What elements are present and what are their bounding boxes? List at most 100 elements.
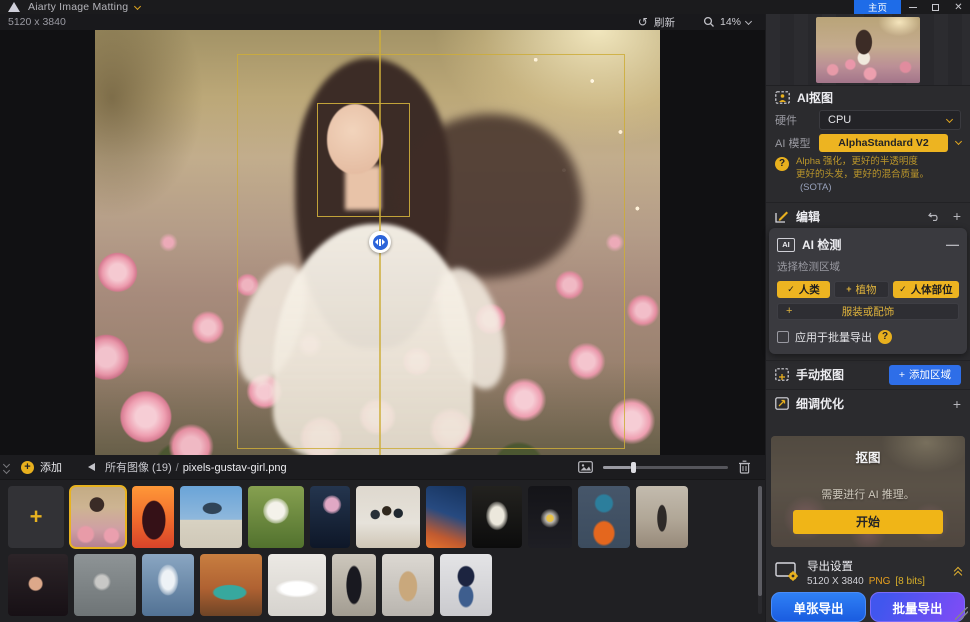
add-image-tile[interactable]: + (8, 486, 64, 548)
thumbnail-neon-woman[interactable] (426, 486, 466, 548)
manual-matting-row: 手动抠图 +添加区域 (766, 363, 970, 387)
person-detection-box[interactable] (237, 54, 625, 449)
collapse-panel-icon[interactable]: — (946, 240, 959, 250)
thumbnail-row-1: + (8, 486, 757, 548)
matting-action-card: 抠图 需要进行 AI 推理。 开始 (771, 436, 965, 547)
edit-icon (775, 210, 789, 223)
ai-matting-icon (775, 91, 790, 104)
minimize-button[interactable] (901, 0, 924, 14)
detect-human-button[interactable]: ✓人类 (777, 281, 830, 298)
zoom-value: 14% (720, 16, 741, 28)
slider-thumb[interactable] (631, 462, 636, 473)
breadcrumb-all-images[interactable]: 所有图像 (19) (105, 462, 172, 474)
thumbnail-white-dove[interactable] (472, 486, 522, 548)
plus-icon: + (786, 305, 792, 317)
start-button[interactable]: 开始 (793, 510, 943, 534)
thumbnail-beige-sweater[interactable] (382, 554, 434, 616)
filmstrip-header: + 添加 所有图像 (19)/pixels-gustav-girl.png (0, 455, 765, 480)
check-icon: ✓ (787, 284, 795, 295)
detect-subtitle: 选择检测区域 (777, 259, 959, 274)
ai-matting-title: AI抠图 (797, 89, 833, 106)
model-label: AI 模型 (775, 135, 819, 151)
refresh-icon[interactable]: ↺ (638, 17, 648, 27)
hardware-select[interactable]: CPU (819, 110, 961, 130)
delete-image-icon[interactable] (738, 460, 751, 474)
thumbnail-teal-car[interactable] (200, 554, 262, 616)
thumbnail-navy-jeans[interactable] (440, 554, 492, 616)
thumbnail-blue-hair-woman[interactable] (578, 486, 630, 548)
thumbnail-smiling-woman[interactable] (8, 554, 68, 616)
image-dimensions: 5120 x 3840 (8, 16, 66, 28)
detect-clothing-button[interactable]: + 服装或配饰 (777, 303, 959, 320)
minimize-icon (909, 7, 917, 8)
refresh-label[interactable]: 刷新 (654, 15, 675, 30)
thumbnail-jellyfish[interactable] (310, 486, 350, 548)
maximize-button[interactable] (924, 0, 947, 14)
hardware-label: 硬件 (775, 112, 819, 128)
thumbnail-size-slider[interactable] (603, 466, 728, 469)
manual-matting-title: 手动抠图 (796, 366, 844, 383)
thumbnail-dandelion[interactable] (248, 486, 304, 548)
close-button[interactable]: ✕ (947, 0, 970, 14)
app-menu-chevron-icon[interactable] (134, 2, 141, 9)
edit-title: 编辑 (796, 208, 820, 225)
add-edit-icon[interactable]: + (953, 208, 961, 224)
manual-matting-icon (775, 368, 789, 381)
hardware-chevron-icon (946, 116, 953, 123)
image-preview-thumbnail[interactable] (816, 17, 920, 83)
refine-icon (775, 397, 789, 410)
magnifier-icon (703, 16, 715, 28)
section-edit: 编辑 + (766, 205, 970, 228)
breadcrumb-separator: / (176, 462, 179, 474)
sota-tag: (SOTA) (800, 182, 832, 193)
thumbnail-orange-silhouette[interactable] (132, 486, 174, 548)
window-resize-grip[interactable] (955, 607, 968, 620)
thumbnail-jumping-group[interactable] (356, 486, 420, 548)
export-batch-button[interactable]: 批量导出 (870, 592, 965, 622)
expand-export-icon[interactable] (955, 568, 961, 576)
thumbnail-dark-flower[interactable] (528, 486, 572, 548)
model-row: AI 模型 AlphaStandard V2 (766, 132, 970, 154)
thumbnail-scrollbar[interactable] (758, 486, 762, 614)
model-chevron-icon[interactable] (955, 138, 962, 145)
breadcrumb: 所有图像 (19)/pixels-gustav-girl.png (105, 459, 287, 475)
app-title: Aiarty Image Matting (28, 1, 128, 13)
export-settings-icon (775, 562, 799, 582)
face-detection-box[interactable] (317, 103, 410, 217)
thumbnail-skateboarder[interactable] (180, 486, 242, 548)
collapse-filmstrip-icon[interactable] (4, 462, 9, 473)
thumbnail-beach-figure[interactable] (636, 486, 688, 548)
thumbnail-white-sofa[interactable] (268, 554, 326, 616)
detect-body-parts-button[interactable]: ✓人体部位 (893, 281, 959, 298)
export-buttons: 单张导出 批量导出 (771, 592, 965, 622)
maximize-icon (932, 4, 939, 11)
model-select[interactable]: AlphaStandard V2 (819, 134, 948, 152)
help-icon[interactable]: ? (775, 157, 789, 171)
compare-slider-handle[interactable] (369, 231, 391, 253)
ai-detect-header: AI AI 检测 — (777, 234, 959, 256)
thumbnail-veiled-woman[interactable] (74, 554, 136, 616)
add-region-button[interactable]: +添加区域 (889, 365, 961, 385)
add-refine-icon[interactable]: + (953, 396, 961, 412)
thumbnail-dark-fashion[interactable] (332, 554, 376, 616)
model-description: Alpha 强化，更好的半透明度 更好的头发，更好的混合质量。(SOTA) (796, 155, 961, 194)
thumbnail-praying-woman[interactable] (142, 554, 194, 616)
matting-card-hint: 需要进行 AI 推理。 (771, 486, 965, 502)
undo-icon[interactable] (928, 211, 941, 221)
refine-row: 细调优化 + (766, 392, 970, 416)
home-button[interactable]: 主页 (854, 0, 901, 14)
zoom-chevron-icon (745, 17, 752, 24)
export-settings-value: 5120 X 3840PNG[8 bits] (807, 576, 925, 587)
help-icon[interactable]: ? (878, 330, 892, 344)
detect-plant-button[interactable]: +植物 (834, 281, 889, 298)
app-window: Aiarty Image Matting 主页 ✕ 5120 x 3840 ↺ … (0, 0, 970, 622)
photo-canvas[interactable] (95, 30, 660, 455)
back-arrow-icon[interactable] (88, 463, 95, 471)
export-single-button[interactable]: 单张导出 (771, 592, 866, 622)
zoom-control[interactable]: 14% (703, 16, 751, 28)
thumbnail-girl-flowers[interactable] (70, 486, 126, 548)
add-images-button[interactable]: + 添加 (21, 459, 62, 475)
hardware-row: 硬件 CPU (766, 109, 970, 131)
apply-batch-checkbox[interactable] (777, 331, 789, 343)
export-settings-row[interactable]: 导出设置 5120 X 3840PNG[8 bits] (766, 555, 970, 590)
